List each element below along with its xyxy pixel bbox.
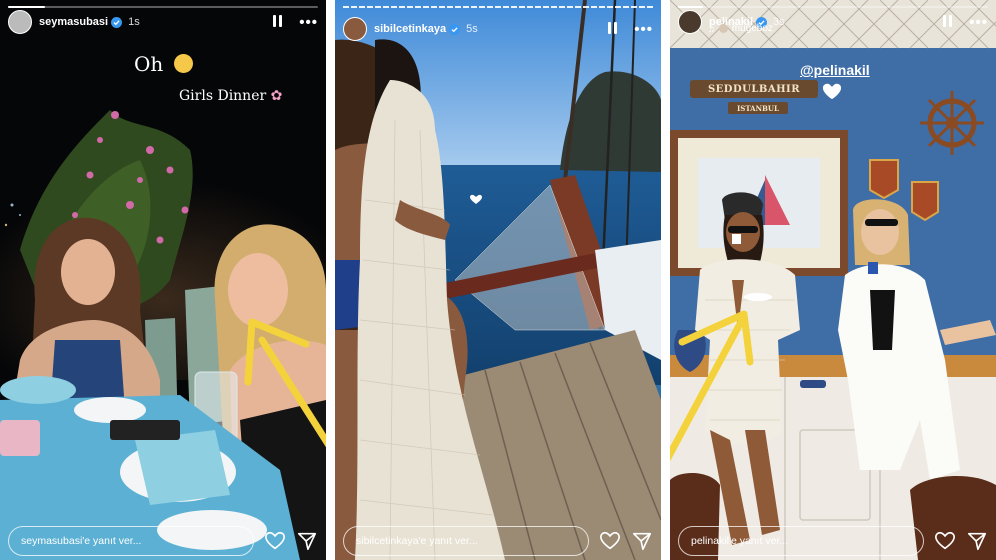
- heart-icon[interactable]: [264, 530, 286, 552]
- heart-icon[interactable]: [599, 530, 621, 552]
- verified-icon: [449, 23, 461, 35]
- story-panel-sibilcetinkaya[interactable]: sibilcetinkaya 5s ••• sibilcetinkaya'e y…: [335, 0, 661, 560]
- story-footer: pelinakil'e yanıt ver...: [678, 525, 988, 557]
- segmented-progress: [343, 6, 653, 8]
- post-time: 5s: [466, 23, 478, 35]
- story-panel-seymasubasi[interactable]: seymasubasi 1s ••• Oh Girls Dinner ✿ sey…: [0, 0, 326, 560]
- send-icon[interactable]: [631, 530, 653, 552]
- story-photo-boat: [335, 0, 661, 560]
- heart-icon[interactable]: [934, 530, 956, 552]
- pause-icon[interactable]: [608, 22, 620, 36]
- yellow-arrow-annotation: [244, 318, 326, 448]
- story-panel-pelinakil[interactable]: pelinakil 3s ••• ♫ mugeboz SEDDULBAHIR I…: [670, 0, 996, 560]
- reply-input[interactable]: pelinakil'e yanıt ver...: [678, 526, 924, 556]
- story-footer: sibilcetinkaya'e yanıt ver...: [343, 525, 653, 557]
- reply-input[interactable]: sibilcetinkaya'e yanıt ver...: [343, 526, 589, 556]
- send-icon[interactable]: [296, 530, 318, 552]
- story-footer: seymasubasi'e yanıt ver...: [8, 525, 318, 557]
- story-progress-bar: [343, 6, 653, 8]
- username[interactable]: sibilcetinkaya: [374, 23, 446, 35]
- yellow-arrow-annotation: [670, 310, 754, 462]
- avatar[interactable]: [343, 17, 367, 41]
- more-icon[interactable]: •••: [634, 22, 653, 37]
- story-header: sibilcetinkaya 5s •••: [343, 16, 653, 42]
- send-icon[interactable]: [966, 530, 988, 552]
- reply-input[interactable]: seymasubasi'e yanıt ver...: [8, 526, 254, 556]
